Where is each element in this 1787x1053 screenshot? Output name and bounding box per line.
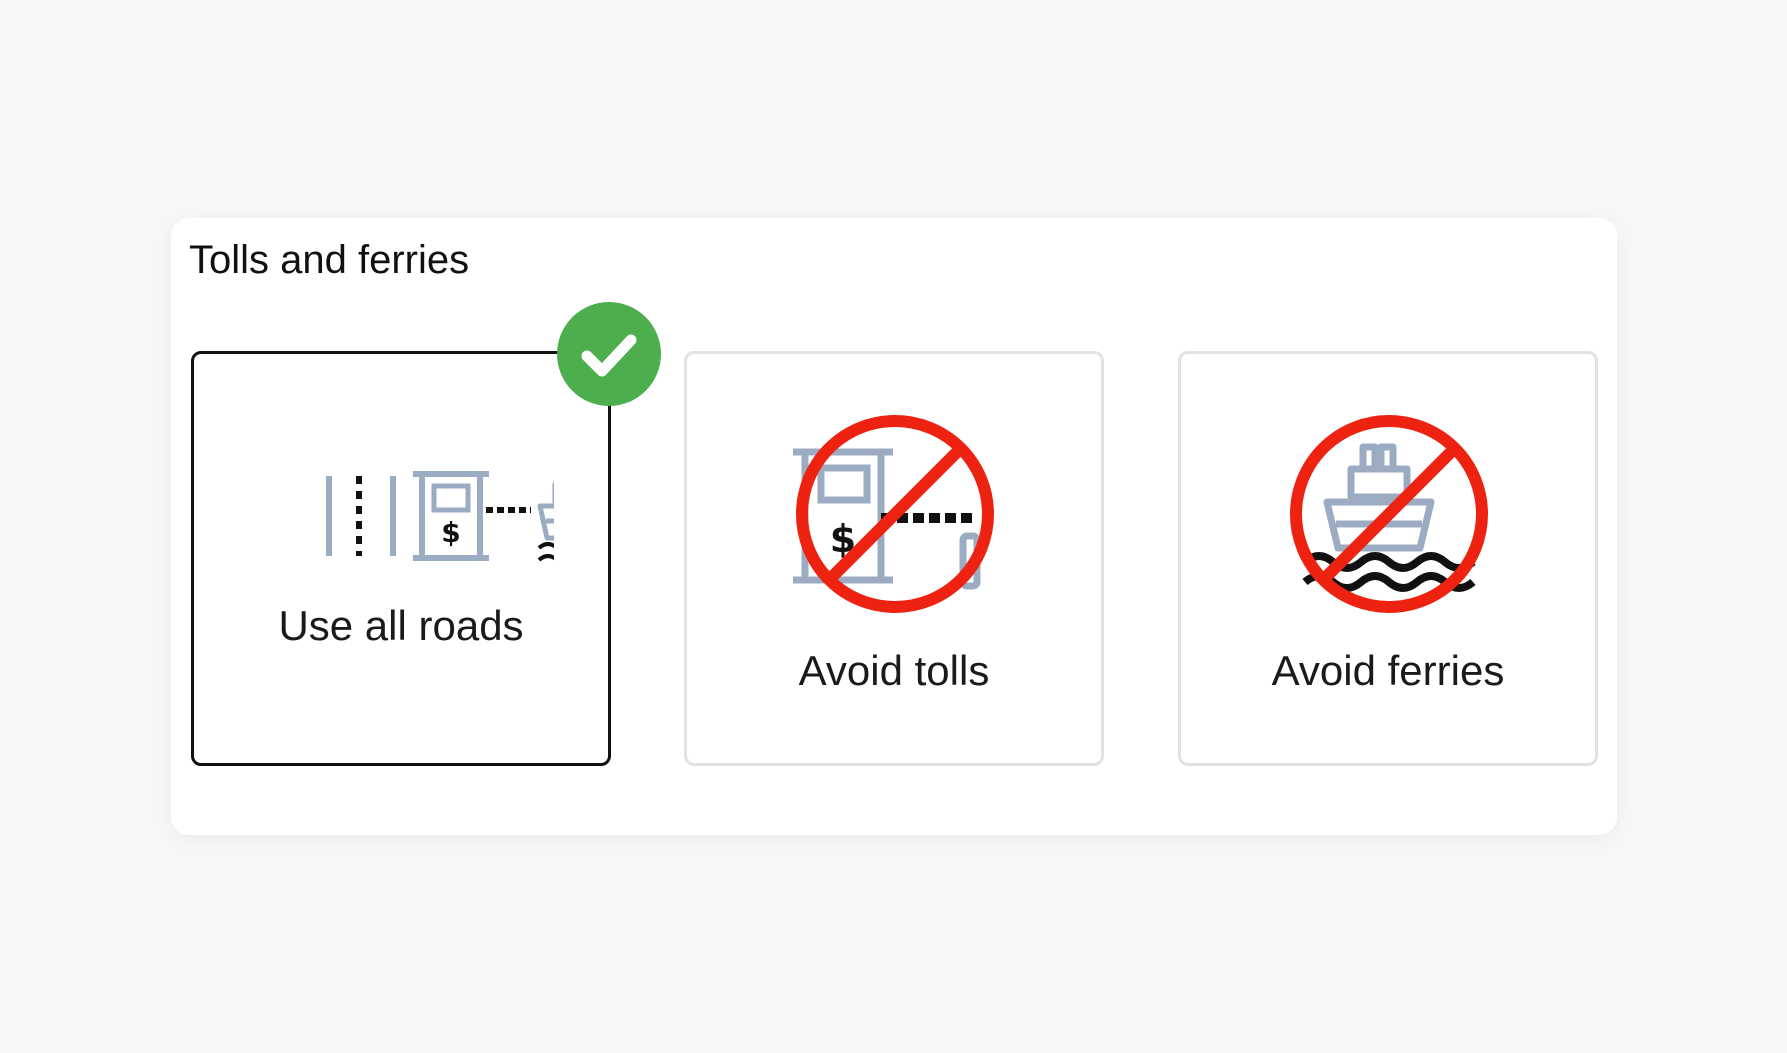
svg-text:$: $ bbox=[441, 516, 460, 549]
option-avoid-tolls[interactable]: $ Avoid tolls bbox=[684, 351, 1104, 766]
section-title: Tolls and ferries bbox=[189, 238, 470, 282]
option-avoid-ferries[interactable]: Avoid ferries bbox=[1178, 351, 1598, 766]
checkmark-icon bbox=[581, 334, 637, 377]
tolls-and-ferries-panel: Tolls and ferries $ Use all roads $ Avoi… bbox=[171, 218, 1617, 835]
all-roads-icon: $ bbox=[326, 471, 554, 562]
option-label: Use all roads bbox=[278, 602, 524, 649]
no-ferries-icon bbox=[1290, 415, 1488, 613]
option-use-all-roads[interactable]: $ Use all roads bbox=[191, 351, 611, 766]
no-tolls-icon: $ bbox=[793, 415, 994, 613]
option-label: Avoid ferries bbox=[1271, 647, 1505, 694]
selected-badge bbox=[557, 302, 661, 406]
option-label: Avoid tolls bbox=[798, 647, 990, 694]
